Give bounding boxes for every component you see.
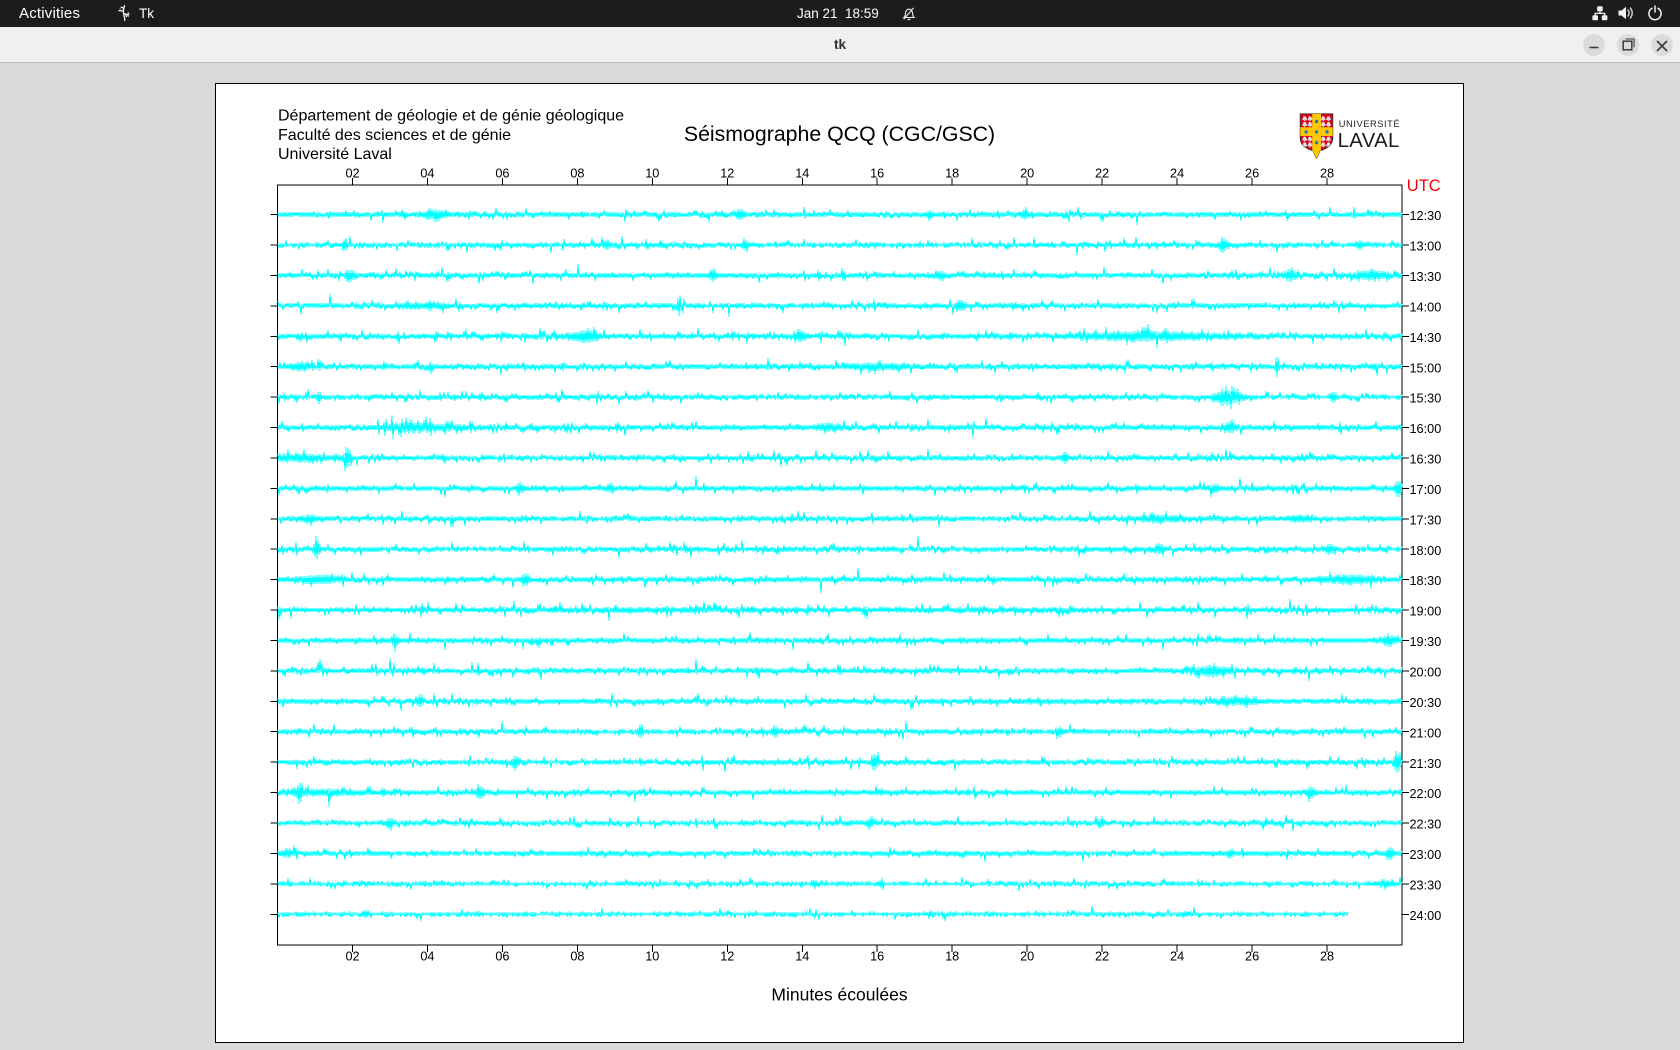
svg-text:08: 08 — [570, 166, 584, 180]
svg-text:28: 28 — [1320, 949, 1334, 963]
svg-text:23:30: 23:30 — [1410, 878, 1442, 892]
svg-text:19:00: 19:00 — [1410, 605, 1442, 619]
svg-text:04: 04 — [420, 166, 434, 180]
svg-text:UNIVERSITÉ: UNIVERSITÉ — [1339, 119, 1400, 129]
svg-text:26: 26 — [1245, 166, 1259, 180]
svg-text:24: 24 — [1170, 949, 1184, 963]
svg-text:20:30: 20:30 — [1410, 696, 1442, 710]
svg-text:18: 18 — [945, 166, 959, 180]
svg-text:12:30: 12:30 — [1410, 209, 1442, 223]
svg-text:Faculté des sciences et de gén: Faculté des sciences et de génie — [278, 127, 511, 144]
svg-text:LAVAL: LAVAL — [1338, 130, 1400, 152]
svg-text:16: 16 — [870, 166, 884, 180]
svg-text:02: 02 — [345, 949, 359, 963]
svg-text:10: 10 — [645, 949, 659, 963]
svg-text:06: 06 — [495, 949, 509, 963]
svg-text:20: 20 — [1020, 949, 1034, 963]
svg-text:28: 28 — [1320, 166, 1334, 180]
svg-text:14:00: 14:00 — [1410, 301, 1442, 315]
svg-text:16:30: 16:30 — [1410, 453, 1442, 467]
svg-text:20: 20 — [1020, 166, 1034, 180]
svg-text:18:00: 18:00 — [1410, 544, 1442, 558]
svg-text:17:30: 17:30 — [1410, 513, 1442, 527]
svg-text:13:00: 13:00 — [1410, 240, 1442, 254]
svg-text:21:00: 21:00 — [1410, 726, 1442, 740]
svg-text:10: 10 — [645, 166, 659, 180]
svg-text:13:30: 13:30 — [1410, 270, 1442, 284]
svg-text:24: 24 — [1170, 166, 1184, 180]
svg-text:02: 02 — [345, 166, 359, 180]
svg-text:14: 14 — [795, 166, 809, 180]
svg-text:23:00: 23:00 — [1410, 848, 1442, 862]
svg-text:19:30: 19:30 — [1410, 635, 1442, 649]
svg-text:12: 12 — [720, 949, 734, 963]
svg-text:26: 26 — [1245, 949, 1259, 963]
svg-text:Département de géologie et de: Département de géologie et de génie géol… — [278, 108, 624, 125]
svg-text:14:30: 14:30 — [1410, 331, 1442, 345]
svg-text:18: 18 — [945, 949, 959, 963]
svg-text:22:00: 22:00 — [1410, 787, 1442, 801]
svg-text:22: 22 — [1095, 949, 1109, 963]
svg-text:12: 12 — [720, 166, 734, 180]
svg-text:15:00: 15:00 — [1410, 361, 1442, 375]
svg-text:Séismographe QCQ (CGC/GSC): Séismographe QCQ (CGC/GSC) — [684, 122, 995, 146]
svg-text:24:00: 24:00 — [1410, 909, 1442, 923]
svg-text:UTC: UTC — [1407, 177, 1441, 195]
svg-text:08: 08 — [570, 949, 584, 963]
svg-text:14: 14 — [795, 949, 809, 963]
svg-text:17:00: 17:00 — [1410, 483, 1442, 497]
svg-text:22: 22 — [1095, 166, 1109, 180]
svg-text:06: 06 — [495, 166, 509, 180]
svg-text:16:00: 16:00 — [1410, 422, 1442, 436]
svg-text:04: 04 — [420, 949, 434, 963]
svg-text:21:30: 21:30 — [1410, 757, 1442, 771]
svg-text:16: 16 — [870, 949, 884, 963]
svg-text:Université Laval: Université Laval — [278, 146, 392, 163]
svg-text:18:30: 18:30 — [1410, 574, 1442, 588]
svg-text:Minutes écoulées: Minutes écoulées — [771, 985, 907, 1005]
svg-text:22:30: 22:30 — [1410, 818, 1442, 832]
svg-text:20:00: 20:00 — [1410, 666, 1442, 680]
svg-text:15:30: 15:30 — [1410, 392, 1442, 406]
